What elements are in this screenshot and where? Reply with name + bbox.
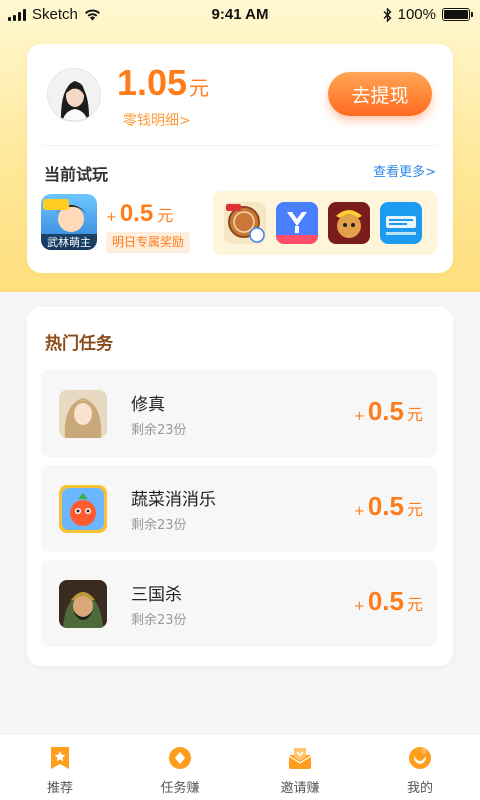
task-reward: + 0.5 元 [354,491,423,522]
more-games-strip [213,191,437,255]
tab-label: 任务赚 [160,781,200,796]
tab-bar: 推荐 任务赚 邀请赚 我的 [0,733,480,800]
reward-amount: 0.5 [367,491,404,521]
vegetable-game-icon [59,485,107,533]
battery-icon [442,8,473,21]
task-name: 修真 [131,395,165,415]
monkey-game-icon[interactable] [328,202,370,244]
task-remaining: 剩余23份 [131,423,187,438]
bluetooth-icon [383,7,392,22]
task-row[interactable]: 三国杀 剩余23份 + 0.5 元 [41,560,437,647]
avatar-portrait-icon [48,69,100,121]
current-trial-title: 当前试玩 [44,165,109,184]
tab-task-earn[interactable]: 任务赚 [120,734,240,800]
status-right: 100% [383,6,473,23]
y-app-icon[interactable] [276,202,318,244]
reward-plus: + [353,599,365,614]
xiuzhen-game-icon [59,390,107,438]
profile-icon [409,747,431,769]
coin-icon [169,747,191,769]
reward-unit: 元 [157,206,174,225]
reward-plus: + [353,504,365,519]
withdraw-button[interactable]: 去提现 [328,72,432,116]
balance: 1.05 元 [117,62,209,104]
tab-invite-earn[interactable]: 邀请赚 [240,734,360,800]
reward-amount: 0.5 [367,396,404,426]
reward-unit: 元 [406,500,423,519]
status-bar: Sketch 9:41 AM 100% [0,0,480,30]
tab-label: 推荐 [46,781,73,796]
tab-mine[interactable]: 我的 [360,734,480,800]
star-bookmark-icon [51,747,69,769]
tab-label: 邀请赚 [280,781,320,796]
change-detail-link[interactable]: 零钱明细> [123,110,191,130]
balance-amount: 1.05 [117,62,188,103]
envelope-icon [288,748,312,769]
finance-app-icon[interactable] [380,202,422,244]
task-remaining: 剩余23份 [131,518,187,533]
reward-plus: + [106,210,117,225]
task-name: 蔬菜消消乐 [131,490,216,510]
task-reward: + 0.5 元 [354,586,423,617]
tab-label: 我的 [406,781,433,796]
task-reward: + 0.5 元 [354,396,423,427]
current-reward: + 0.5 元 [106,200,173,228]
task-name: 三国杀 [131,585,182,605]
reward-unit: 元 [406,595,423,614]
task-row[interactable]: 修真 剩余23份 + 0.5 元 [41,370,437,457]
reward-plus: + [353,409,365,424]
task-remaining: 剩余23份 [131,613,187,628]
hot-tasks-title: 热门任务 [45,334,113,354]
tab-recommend[interactable]: 推荐 [0,734,120,800]
see-more-link[interactable]: 查看更多> [373,161,436,180]
current-game-icon[interactable]: 武林萌主 [41,194,97,250]
chess-game-icon[interactable] [224,202,266,244]
game-logo-text: 武林萌主 [47,235,91,249]
wallet-card: 1.05 元 零钱明细> 去提现 当前试玩 查看更多> 武林萌主 + 0.5 元… [27,44,453,273]
hot-tasks-card: 热门任务 修真 剩余23份 + 0.5 元 蔬菜消消乐 剩余23份 + 0.5 … [27,307,453,666]
reward-amount: 0.5 [367,586,404,616]
tomorrow-reward-badge: 明日专属奖励 [106,232,191,253]
battery-percent: 100% [397,6,436,23]
sanguosha-game-icon [59,580,107,628]
task-row[interactable]: 蔬菜消消乐 剩余23份 + 0.5 元 [41,465,437,552]
avatar[interactable] [47,68,101,122]
reward-unit: 元 [406,405,423,424]
wulin-game-icon: 武林萌主 [41,194,97,250]
divider [43,145,437,146]
balance-unit: 元 [189,76,210,100]
reward-amount: 0.5 [119,200,154,227]
